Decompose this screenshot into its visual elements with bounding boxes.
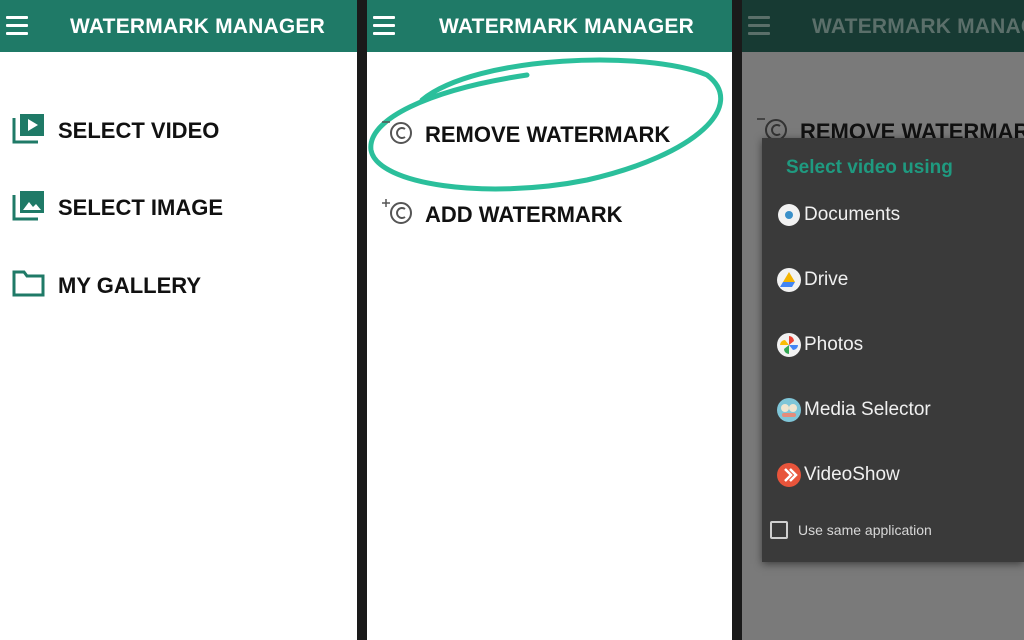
remove-watermark-label: REMOVE WATERMARK [425, 121, 671, 147]
media-selector-icon [776, 397, 802, 423]
add-copyright-icon [381, 198, 415, 231]
option-media-selector-label: Media Selector [804, 399, 931, 420]
my-gallery-label: MY GALLERY [58, 272, 202, 298]
app-title: WATERMARK MANAGER [439, 15, 694, 38]
chooser-dialog: Select video using Documents Drive Photo… [762, 138, 1024, 562]
videoshow-icon [776, 462, 802, 488]
option-photos-label: Photos [804, 334, 864, 355]
menu-icon[interactable] [6, 16, 28, 35]
use-same-application-row[interactable]: Use same application [770, 521, 932, 539]
select-video-label: SELECT VIDEO [58, 117, 220, 143]
option-photos[interactable]: Photos [776, 332, 863, 358]
add-watermark-label: ADD WATERMARK [425, 201, 623, 227]
app-title: WATERMARK MANAGER [70, 15, 325, 38]
use-same-application-label: Use same application [798, 522, 932, 538]
remove-copyright-icon [381, 118, 415, 151]
folder-icon [12, 268, 46, 303]
watermark-options-panel: WATERMARK MANAGER REMOVE WATERMARK ADD W… [367, 0, 732, 640]
option-documents[interactable]: Documents [776, 202, 900, 228]
home-screen-panel: WATERMARK MANAGER SELECT VIDEO SELECT IM… [0, 0, 357, 640]
app-title: WATERMARK MANAGER [812, 15, 1024, 38]
option-videoshow-label: VideoShow [804, 464, 900, 485]
remove-watermark-item[interactable]: REMOVE WATERMARK [381, 118, 670, 151]
select-video-dialog-panel: WATERMARK MANAGER REMOVE WATERMARK Selec… [742, 0, 1024, 640]
option-media-selector[interactable]: Media Selector [776, 397, 931, 423]
video-library-icon [12, 112, 46, 149]
my-gallery-item[interactable]: MY GALLERY [12, 268, 201, 303]
option-drive[interactable]: Drive [776, 267, 848, 293]
app-bar: WATERMARK MANAGER [0, 0, 357, 52]
option-documents-label: Documents [804, 204, 901, 225]
menu-icon[interactable] [373, 16, 395, 35]
menu-icon [748, 16, 770, 35]
photo-library-icon [12, 189, 46, 226]
app-bar: WATERMARK MANAGER [742, 0, 1024, 52]
option-videoshow[interactable]: VideoShow [776, 462, 900, 488]
select-image-label: SELECT IMAGE [58, 194, 224, 220]
documents-icon [776, 202, 802, 228]
select-video-item[interactable]: SELECT VIDEO [12, 112, 219, 149]
drive-icon [776, 267, 802, 293]
add-watermark-item[interactable]: ADD WATERMARK [381, 198, 623, 231]
photos-icon [776, 332, 802, 358]
dialog-title: Select video using [786, 157, 953, 178]
use-same-application-checkbox[interactable] [770, 521, 788, 539]
option-drive-label: Drive [804, 269, 849, 290]
select-image-item[interactable]: SELECT IMAGE [12, 189, 223, 226]
